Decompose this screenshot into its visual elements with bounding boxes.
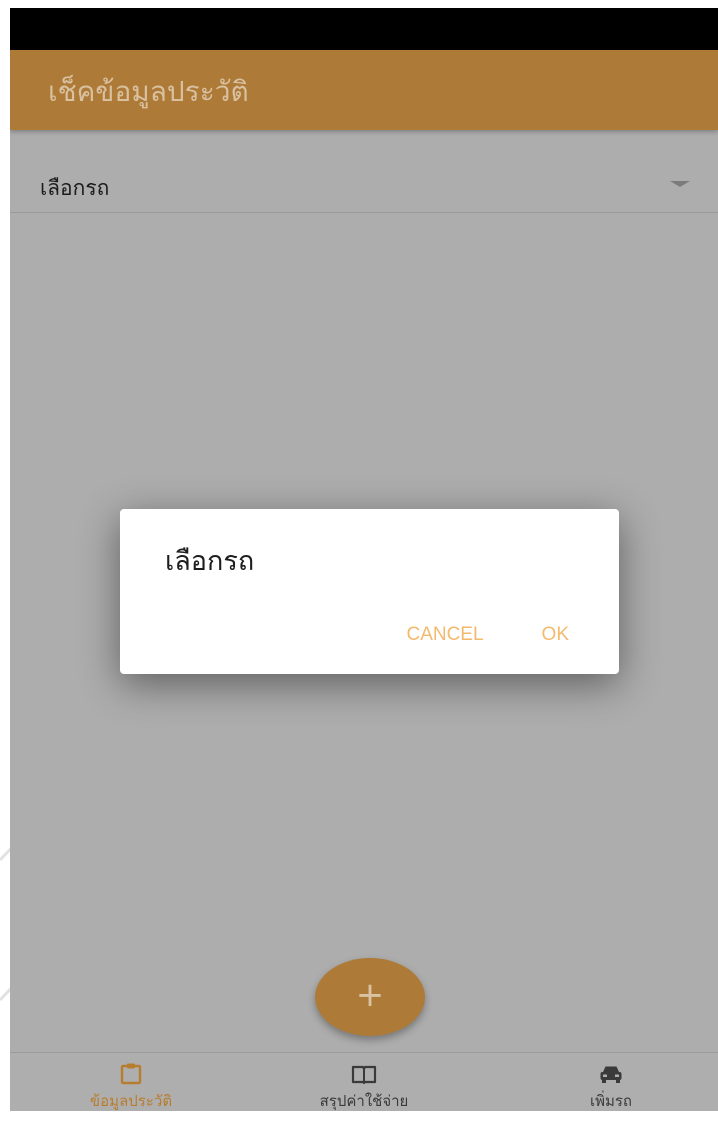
plus-icon: + — [355, 975, 385, 1015]
bottom-navigation: ข้อมูลประวัติ สรุปค่าใช้จ่าย เพิ่มรถ — [10, 1052, 718, 1111]
dialog-actions: CANCEL OK — [406, 624, 569, 646]
car-select-label: เลือกรถ — [40, 176, 110, 200]
dialog-title: เลือกรถ — [165, 546, 255, 577]
nav-item-add-car[interactable]: เพิ่มรถ — [521, 1061, 701, 1111]
car-select-dropdown[interactable]: เลือกรถ — [10, 130, 718, 213]
app-bar: เช็คข้อมูลประวัติ — [10, 50, 718, 130]
nav-label-summary: สรุปค่าใช้จ่าย — [319, 1092, 409, 1110]
add-button[interactable]: + — [315, 958, 425, 1036]
nav-item-summary[interactable]: สรุปค่าใช้จ่าย — [274, 1061, 454, 1111]
cancel-button[interactable]: CANCEL — [406, 624, 483, 646]
car-icon — [600, 1066, 622, 1083]
app-title: เช็คข้อมูลประวัติ — [48, 75, 249, 108]
nav-item-history[interactable]: ข้อมูลประวัติ — [41, 1061, 221, 1111]
nav-label-add-car: เพิ่มรถ — [589, 1092, 633, 1110]
dropdown-arrow-icon — [670, 181, 690, 187]
nav-label-history: ข้อมูลประวัติ — [89, 1092, 173, 1110]
status-bar — [10, 8, 718, 50]
phone-screen: เช็คข้อมูลประวัติ เลือกรถ เลือกรถ CANCEL… — [10, 8, 718, 1111]
select-car-dialog: เลือกรถ CANCEL OK — [120, 509, 619, 674]
book-icon — [351, 1065, 377, 1085]
ok-button[interactable]: OK — [542, 624, 569, 646]
clipboard-icon — [120, 1063, 142, 1085]
